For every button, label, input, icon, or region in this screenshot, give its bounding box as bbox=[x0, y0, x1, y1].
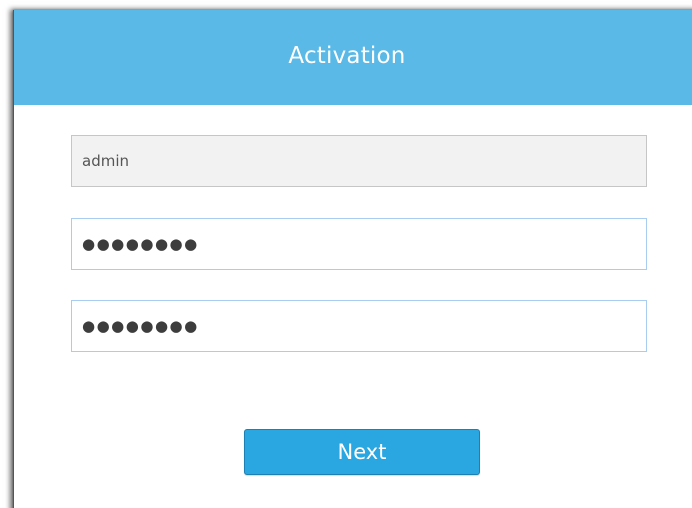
activation-dialog: Activation admin ●●●●●●●● ●●●●●●●● Next bbox=[13, 10, 692, 508]
dialog-title: Activation bbox=[288, 43, 406, 69]
username-field[interactable]: admin bbox=[71, 135, 647, 187]
screen: Activation admin ●●●●●●●● ●●●●●●●● Next bbox=[0, 0, 692, 508]
confirm-password-field[interactable]: ●●●●●●●● bbox=[71, 300, 647, 352]
username-value: admin bbox=[82, 152, 129, 170]
password-field[interactable]: ●●●●●●●● bbox=[71, 218, 647, 270]
confirm-password-value: ●●●●●●●● bbox=[82, 317, 199, 335]
next-button-label: Next bbox=[337, 440, 387, 464]
next-button[interactable]: Next bbox=[244, 429, 480, 475]
password-value: ●●●●●●●● bbox=[82, 235, 199, 253]
dialog-header: Activation bbox=[14, 10, 692, 105]
